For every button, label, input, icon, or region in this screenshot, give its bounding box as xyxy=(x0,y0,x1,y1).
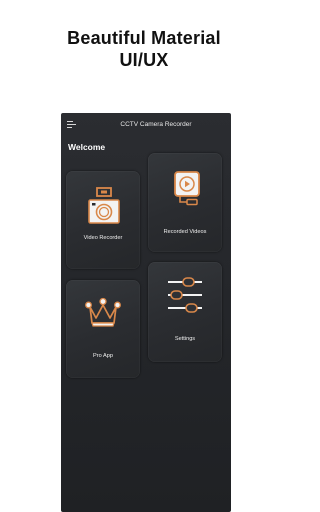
crown-icon xyxy=(85,297,121,327)
recorded-videos-card[interactable]: Recorded Videos xyxy=(148,153,222,252)
sliders-icon xyxy=(168,277,202,313)
video-recorder-label: Video Recorder xyxy=(83,235,123,241)
settings-card[interactable]: Settings xyxy=(148,262,222,362)
camera-icon xyxy=(88,187,120,224)
video-recorder-card[interactable]: Video Recorder xyxy=(66,171,140,269)
app-bar: CCTV Camera Recorder xyxy=(61,113,231,137)
phone-screen: CCTV Camera Recorder Welcome Video Recor… xyxy=(61,113,231,512)
app-title: CCTV Camera Recorder xyxy=(120,121,192,128)
recorded-videos-label: Recorded Videos xyxy=(163,229,207,235)
pro-app-card[interactable]: Pro App xyxy=(66,280,140,378)
welcome-heading: Welcome xyxy=(68,142,106,152)
pro-app-label: Pro App xyxy=(93,353,113,359)
promo-headline-line-2: UI/UX xyxy=(119,50,169,70)
menu-icon[interactable] xyxy=(67,121,76,129)
promo-headline-line-1: Beautiful Material xyxy=(67,28,221,48)
promo-headline: Beautiful Material UI/UX xyxy=(0,27,288,71)
settings-label: Settings xyxy=(174,336,196,342)
video-file-icon xyxy=(174,171,200,206)
